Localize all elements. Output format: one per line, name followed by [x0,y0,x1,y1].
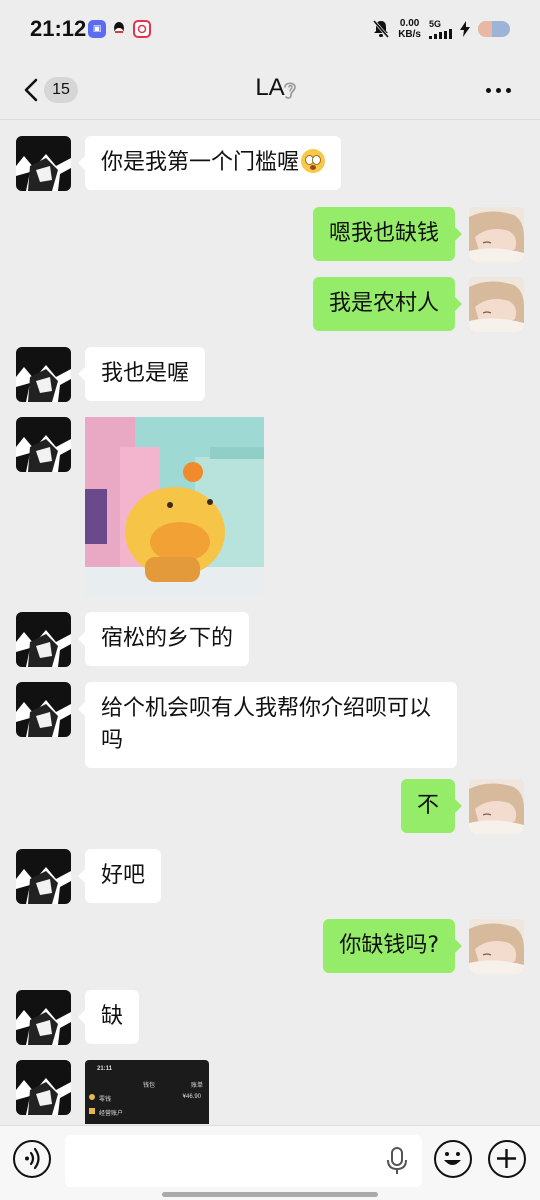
message-row: 不 [0,779,540,835]
dot-icon [486,87,491,93]
message-row: 21:11 钱包 账单 零钱 ¥46.90 经营账户 [0,1060,540,1125]
battery-icon [478,21,510,37]
more-functions-button[interactable] [488,1140,526,1178]
net-speed-value: 0.00 [399,18,420,29]
ear-icon [284,82,296,99]
outgoing-message[interactable]: 不 [400,779,463,833]
thumb-account-label: 经营账户 [99,1111,124,1117]
signal-bars-icon [429,29,452,39]
message-text: 缺 [101,1004,124,1029]
message-row: 我是农村人 [0,277,540,333]
contact-avatar[interactable] [16,990,71,1045]
outgoing-message[interactable]: 你缺钱吗? [323,919,462,973]
message-text: 宿松的乡下的 [101,626,234,651]
wallet-screenshot-image[interactable]: 21:11 钱包 账单 零钱 ¥46.90 经营账户 [85,1060,209,1124]
contact-avatar[interactable] [16,849,71,904]
my-avatar[interactable] [469,207,524,262]
outgoing-message[interactable]: 嗯我也缺钱 [312,207,463,261]
qq-icon [110,20,128,38]
home-indicator[interactable] [162,1192,378,1197]
capybara-sticker[interactable] [85,417,264,596]
network-type: 5G [429,19,442,29]
signal-indicator: 5G [429,19,452,39]
incoming-message[interactable]: 宿松的乡下的 [77,612,250,666]
emoji-button[interactable] [434,1140,472,1178]
smiley-icon [444,1152,461,1165]
contact-avatar[interactable] [16,612,71,667]
message-input[interactable] [65,1135,422,1187]
incoming-message[interactable]: 缺 [77,990,140,1044]
status-time: 21:12 [30,16,87,41]
app-badge-icon: ▣ [88,20,106,38]
thumb-title: 钱包 [143,1083,156,1089]
message-text: 好吧 [101,863,146,888]
plus-icon [497,1149,516,1168]
chat-header: 15 LA [0,60,540,120]
message-row: 缺 [0,990,540,1046]
message-text: 你缺钱吗? [339,933,439,958]
contact-avatar[interactable] [16,1060,71,1115]
message-row: 给个机会呗有人我帮你介绍呗可以吗 [0,682,540,768]
message-list[interactable]: 你是我第一个门槛喔 嗯我也缺钱 我是农村人 我也是喔 宿松的乡下的 给个机会呗有… [0,121,540,1125]
input-bar [0,1125,540,1200]
net-speed-unit: KB/s [398,29,421,40]
contact-avatar[interactable] [16,347,71,402]
charging-icon [460,21,470,37]
mute-bell-icon [373,20,390,38]
voice-wave-icon [25,1147,40,1170]
thumb-bill: 账单 [190,1083,203,1089]
contact-avatar[interactable] [16,682,71,737]
incoming-message[interactable]: 给个机会呗有人我帮你介绍呗可以吗 [78,682,457,768]
my-avatar[interactable] [469,779,524,834]
message-text: 我也是喔 [101,361,190,386]
message-row: 好吧 [0,849,540,905]
contact-avatar[interactable] [16,136,71,191]
message-row: 宿松的乡下的 [0,612,540,668]
coin-icon [89,1094,95,1100]
incoming-message[interactable]: 好吧 [77,849,162,903]
thumb-change-label: 零钱 [99,1097,112,1103]
message-row [0,417,540,597]
voice-input-button[interactable] [13,1140,51,1178]
status-bar: 21:12 ▣ 0.00 KB/s 5G [0,0,540,60]
message-text: 你是我第一个门槛喔 [101,150,300,175]
message-row: 嗯我也缺钱 [0,207,540,263]
message-text: 给个机会呗有人我帮你介绍呗可以吗 [101,696,432,753]
app-red-icon [133,20,151,38]
message-row: 你是我第一个门槛喔 [0,136,540,192]
contact-avatar[interactable] [16,417,71,472]
message-row: 我也是喔 [0,347,540,403]
account-icon [89,1108,95,1114]
message-text: 不 [416,793,439,818]
my-avatar[interactable] [469,277,524,332]
message-text: 我是农村人 [328,291,439,316]
microphone-icon[interactable] [386,1146,408,1176]
net-speed: 0.00 KB/s [398,18,421,40]
incoming-message[interactable]: 我也是喔 [77,347,206,401]
thumb-change-value: ¥46.90 [182,1094,201,1100]
dot-icon [496,87,501,93]
incoming-message[interactable]: 你是我第一个门槛喔 [77,136,342,190]
more-options-button[interactable] [486,82,516,98]
my-avatar[interactable] [469,919,524,974]
message-row: 你缺钱吗? [0,919,540,975]
outgoing-message[interactable]: 我是农村人 [312,277,463,331]
dot-icon [506,87,511,93]
flushed-face-emoji-icon [301,149,326,173]
thumb-time: 21:11 [97,1066,113,1072]
chat-title: LA [255,74,285,101]
message-text: 嗯我也缺钱 [328,221,439,246]
